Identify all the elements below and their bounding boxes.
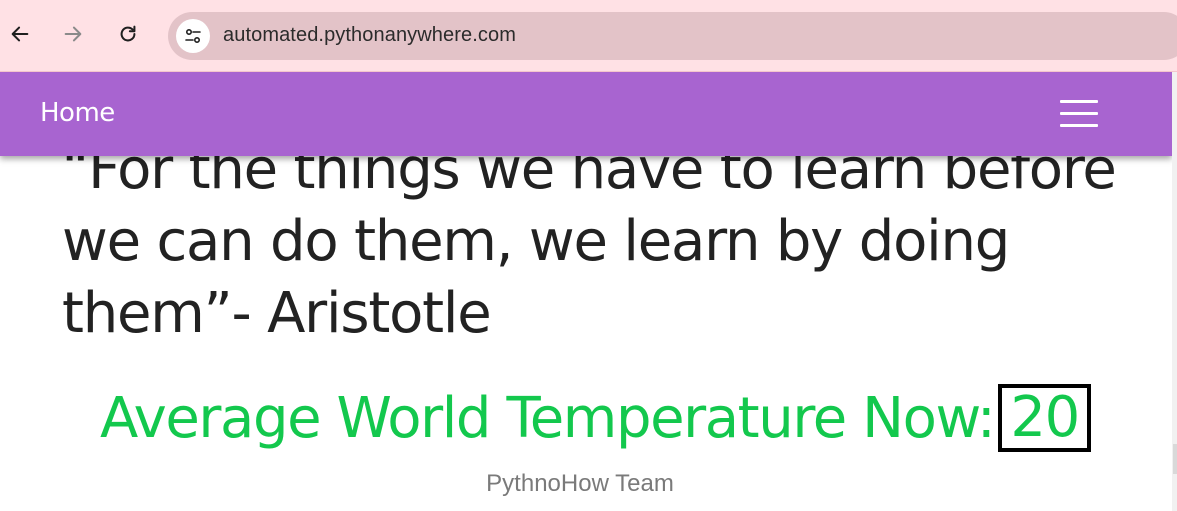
url-text[interactable]: automated.pythonanywhere.com <box>223 24 516 47</box>
browser-toolbar: automated.pythonanywhere.com <box>0 0 1177 72</box>
temperature-line: Average World Temperature Now: 20 <box>100 384 1091 452</box>
hamburger-line <box>1060 124 1098 127</box>
scrollbar[interactable] <box>1172 72 1177 511</box>
page-content: Home “For the things we have to learn be… <box>0 72 1172 511</box>
reload-icon <box>120 25 136 42</box>
address-bar[interactable]: automated.pythonanywhere.com <box>168 12 1177 60</box>
temperature-value: 20 <box>998 384 1091 452</box>
footer-credit: PythnoHow Team <box>486 470 674 497</box>
tune-icon <box>185 28 201 44</box>
site-info-button[interactable] <box>176 19 210 53</box>
reload-button[interactable] <box>108 14 148 54</box>
quote-text: “For the things we have to learn before … <box>62 137 1117 346</box>
hamburger-menu-icon[interactable] <box>1060 100 1098 128</box>
back-button[interactable] <box>0 14 40 54</box>
hamburger-line <box>1060 112 1098 115</box>
scrollbar-thumb[interactable] <box>1173 444 1177 474</box>
hamburger-line <box>1060 100 1098 103</box>
forward-button[interactable] <box>53 14 93 54</box>
temperature-label: Average World Temperature Now: <box>100 385 996 451</box>
top-navbar: Home <box>0 72 1172 156</box>
nav-home-link[interactable]: Home <box>40 98 115 128</box>
arrow-right-icon <box>64 26 82 42</box>
arrow-left-icon <box>11 26 29 42</box>
